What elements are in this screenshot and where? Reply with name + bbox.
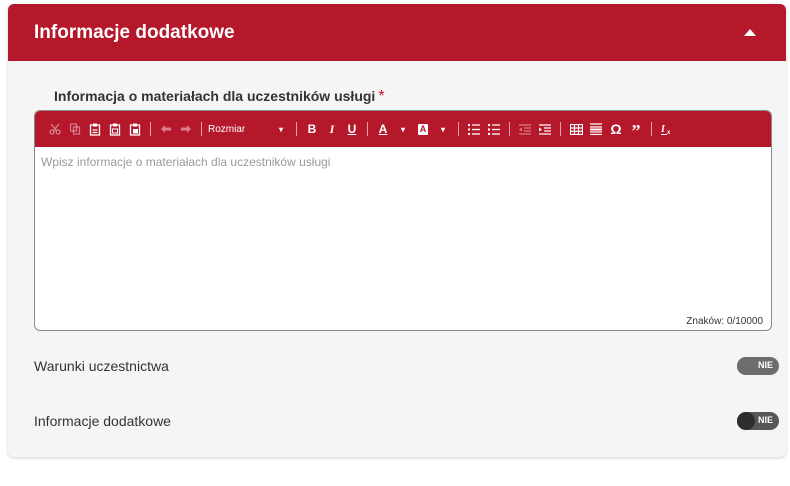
toolbar-separator <box>201 122 202 136</box>
editor-toolbar: Rozmiar ▾ B I U A ▾ A ▾ Ω ” Ix <box>35 111 771 147</box>
editor-placeholder: Wpisz informacje o materiałach dla uczes… <box>41 155 331 169</box>
outdent-icon[interactable] <box>516 120 534 138</box>
toggle-state-label: NIE <box>757 360 773 370</box>
toggle-knob <box>737 357 755 375</box>
font-size-label: Rozmiar <box>208 123 246 135</box>
text-color-button[interactable]: A <box>374 120 392 138</box>
copy-icon[interactable] <box>66 120 84 138</box>
blockquote-button[interactable]: ” <box>627 118 645 141</box>
additional-info-panel: Informacje dodatkowe Informacja o materi… <box>8 4 786 457</box>
toggle-state-label: NIE <box>757 415 773 425</box>
bg-color-glyph: A <box>417 123 429 135</box>
toolbar-separator <box>367 122 368 136</box>
editor-content-area[interactable]: Wpisz informacje o materiałach dla uczes… <box>35 147 771 330</box>
paste-text-icon[interactable] <box>106 120 124 138</box>
redo-icon[interactable] <box>177 120 195 138</box>
rich-text-editor: Rozmiar ▾ B I U A ▾ A ▾ Ω ” Ix Wpisz inf… <box>34 110 772 331</box>
character-counter: Znaków: 0/10000 <box>686 316 763 327</box>
toggle-row-participation-terms: Warunki uczestnictwa NIE <box>34 357 779 375</box>
chevron-down-icon[interactable]: ▾ <box>394 120 412 138</box>
toolbar-separator <box>458 122 459 136</box>
svg-text:I: I <box>661 124 666 135</box>
materials-label-text: Informacja o materiałach dla uczestników… <box>54 88 376 104</box>
toolbar-separator <box>150 122 151 136</box>
bg-color-button[interactable]: A <box>414 120 432 138</box>
paste-icon[interactable] <box>86 120 104 138</box>
additional-info-label: Informacje dodatkowe <box>34 413 171 429</box>
table-icon[interactable] <box>567 120 585 138</box>
underline-button[interactable]: U <box>343 120 361 138</box>
materials-field-label: Informacja o materiałach dla uczestników… <box>54 88 385 106</box>
bullet-list-icon[interactable] <box>485 120 503 138</box>
participation-terms-label: Warunki uczestnictwa <box>34 358 169 374</box>
panel-header[interactable]: Informacje dodatkowe <box>8 4 786 61</box>
undo-icon[interactable] <box>157 120 175 138</box>
panel-title: Informacje dodatkowe <box>34 21 235 43</box>
toggle-row-additional-info: Informacje dodatkowe NIE <box>34 412 779 430</box>
toolbar-separator <box>560 122 561 136</box>
collapse-up-icon[interactable] <box>740 23 760 43</box>
font-size-select[interactable]: Rozmiar <box>208 120 270 138</box>
italic-button[interactable]: I <box>323 120 341 138</box>
indent-icon[interactable] <box>536 120 554 138</box>
special-char-button[interactable]: Ω <box>607 120 625 138</box>
horizontal-rule-icon[interactable] <box>587 120 605 138</box>
chevron-down-icon[interactable]: ▾ <box>434 120 452 138</box>
toolbar-separator <box>509 122 510 136</box>
numbered-list-icon[interactable] <box>465 120 483 138</box>
participation-terms-toggle[interactable]: NIE <box>737 357 779 375</box>
toggle-knob <box>737 412 755 430</box>
bold-button[interactable]: B <box>303 120 321 138</box>
cut-icon[interactable] <box>46 120 64 138</box>
toolbar-separator <box>296 122 297 136</box>
paste-word-icon[interactable] <box>126 120 144 138</box>
chevron-down-icon[interactable]: ▾ <box>272 120 290 138</box>
svg-text:x: x <box>667 130 671 135</box>
remove-format-icon[interactable]: Ix <box>658 120 676 138</box>
toolbar-separator <box>651 122 652 136</box>
required-asterisk: * <box>378 88 385 105</box>
additional-info-toggle[interactable]: NIE <box>737 412 779 430</box>
